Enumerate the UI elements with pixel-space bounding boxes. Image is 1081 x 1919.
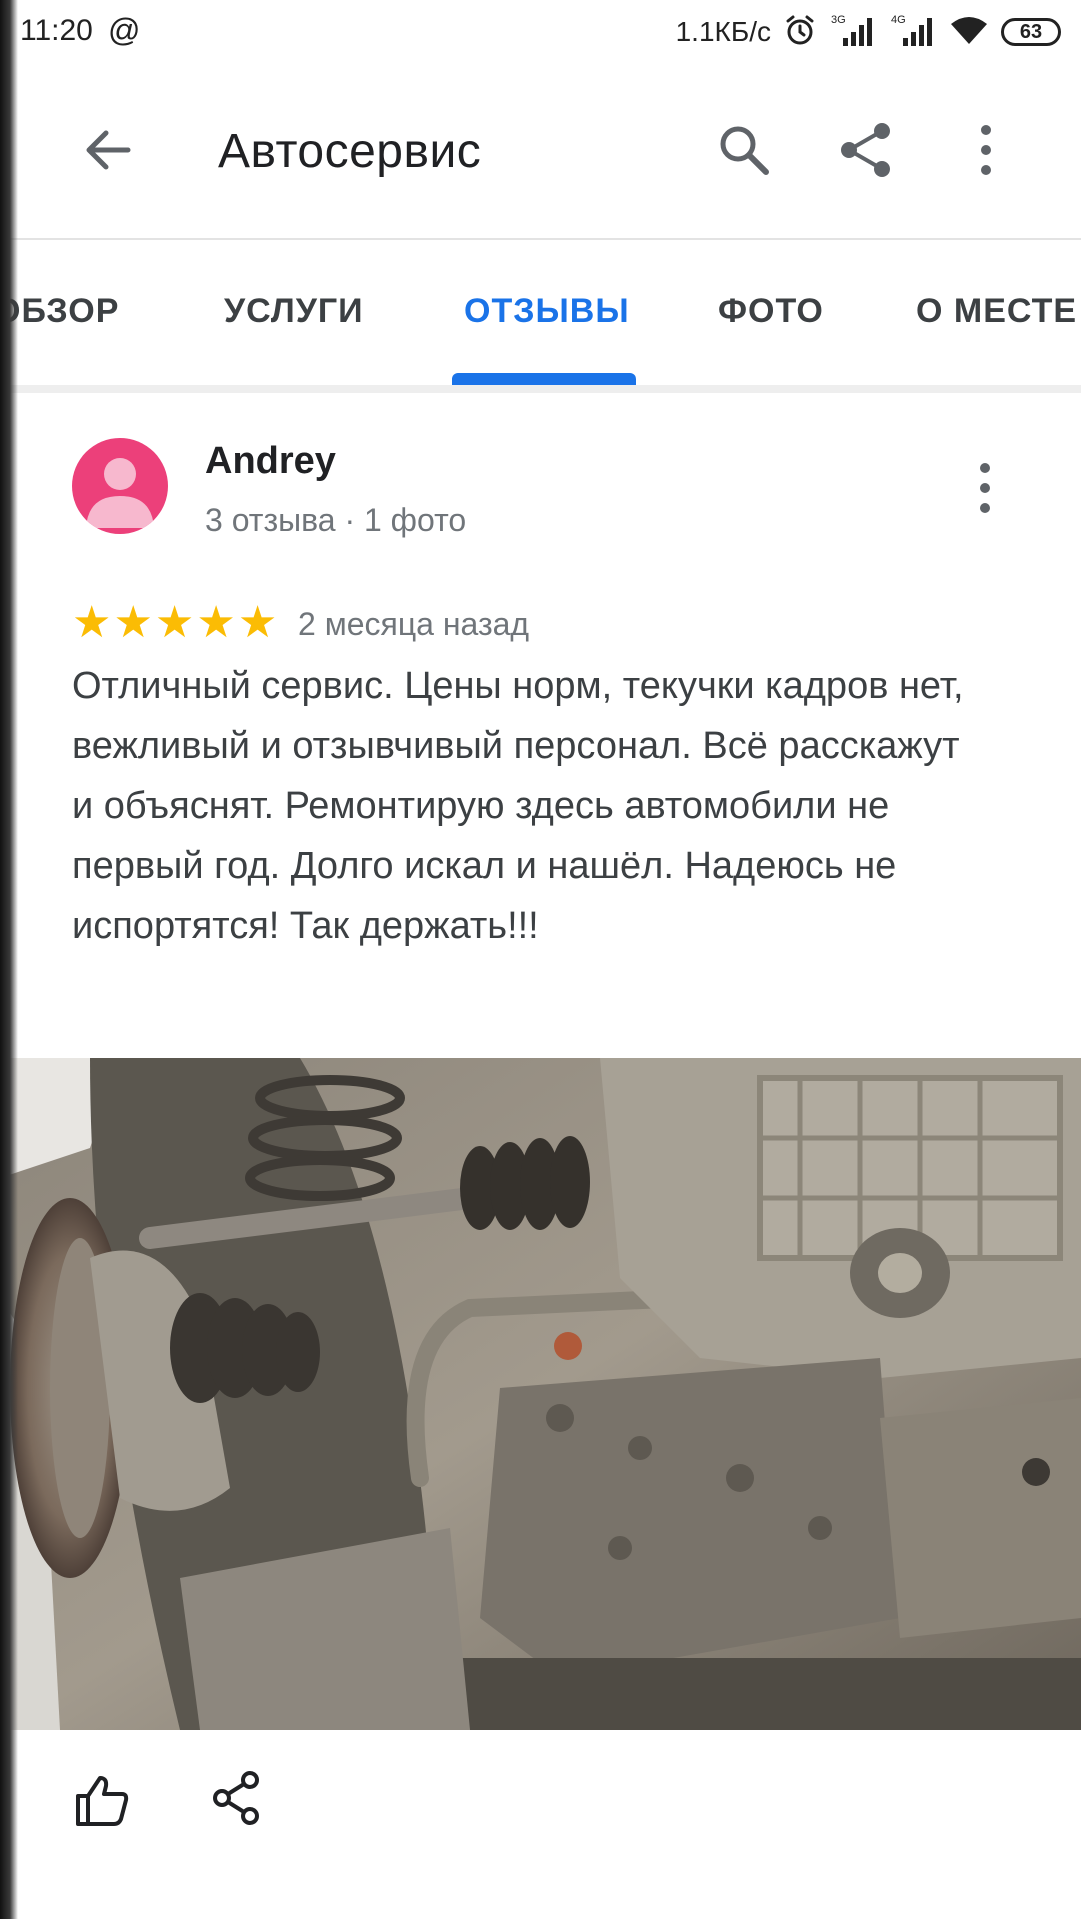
person-icon: [86, 458, 154, 528]
battery-indicator: 63: [1001, 18, 1061, 46]
thumb-up-icon[interactable]: [74, 1772, 130, 1828]
signal-3g-icon: 3G: [829, 12, 877, 53]
network-3g-label: 3G: [831, 14, 846, 26]
tab-about[interactable]: О МЕСТЕ: [916, 292, 1077, 331]
alarm-clock-icon: [783, 13, 817, 52]
tab-reviews[interactable]: ОТЗЫВЫ: [464, 292, 630, 331]
reviewer-name[interactable]: Andrey: [205, 440, 336, 483]
more-vert-icon[interactable]: [968, 120, 1004, 180]
share-icon[interactable]: [834, 118, 898, 182]
star-icon: ★: [237, 598, 278, 647]
review-more-icon[interactable]: [970, 460, 1000, 516]
reviewer-meta: 3 отзыва · 1 фото: [205, 502, 467, 538]
star-icon: ★: [113, 598, 153, 647]
wifi-icon: [949, 14, 989, 51]
app-screen: 11:20 @ 1.1КБ/с 3G 4G 63 Автосервис ОБЗО…: [0, 0, 1081, 1919]
page-title: Автосервис: [218, 125, 482, 178]
status-bar: 11:20 @ 1.1КБ/с 3G 4G 63: [0, 0, 1081, 70]
active-tab-indicator: [452, 373, 636, 385]
at-sign-icon: @: [108, 12, 141, 48]
search-icon[interactable]: [714, 120, 774, 180]
signal-4g-icon: 4G: [889, 12, 937, 53]
review-text: Отличный сервис. Цены норм, текучки кадр…: [72, 665, 964, 947]
app-bar-divider: [0, 238, 1081, 240]
network-speed: 1.1КБ/с: [675, 16, 771, 47]
tab-photos[interactable]: ФОТО: [718, 292, 824, 331]
review-date: 2 месяца назад: [298, 606, 530, 642]
share-review-icon[interactable]: [212, 1770, 262, 1826]
star-icon: ★: [154, 598, 195, 647]
review-photo[interactable]: [0, 1058, 1081, 1730]
tab-services[interactable]: УСЛУГИ: [224, 292, 364, 331]
status-indicators: 1.1КБ/с 3G 4G 63: [676, 12, 1061, 52]
back-arrow-icon[interactable]: [78, 120, 138, 180]
tab-bar: ОБЗОР УСЛУГИ ОТЗЫВЫ ФОТО О МЕСТЕ: [0, 250, 1081, 385]
avatar[interactable]: [72, 438, 168, 534]
network-4g-label: 4G: [891, 14, 906, 26]
star-icon: ★: [196, 598, 236, 647]
star-rating: ★ ★ ★ ★ ★: [72, 598, 277, 648]
status-time: 11:20: [20, 14, 93, 47]
screen-edge-shadow: [0, 0, 18, 1919]
app-bar: Автосервис: [0, 80, 1081, 220]
tabs-divider: [0, 385, 1081, 393]
star-icon: ★: [72, 598, 112, 647]
